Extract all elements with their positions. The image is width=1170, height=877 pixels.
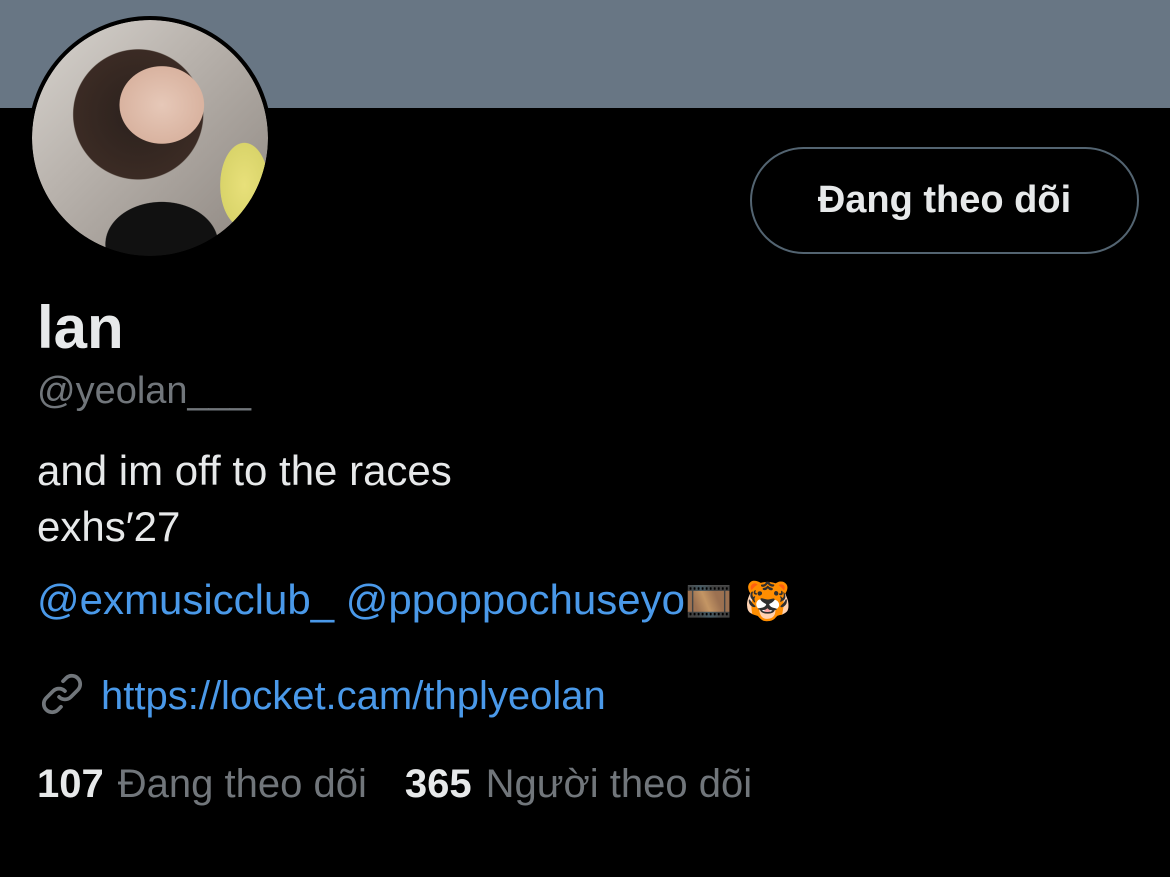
bio-mentions: @exmusicclub_ @ppoppochuseyo🎞️ 🐯 — [37, 572, 791, 629]
profile-bio: and im off to the races exhs′27 — [37, 443, 452, 555]
username-handle: @yeolan___ — [37, 370, 251, 412]
bio-line: exhs′27 — [37, 503, 181, 550]
following-stat[interactable]: 107 Đang theo dõi — [37, 757, 367, 811]
avatar[interactable] — [28, 16, 272, 260]
display-name: lan — [37, 294, 124, 361]
bio-line: and im off to the races — [37, 447, 452, 494]
link-icon — [37, 669, 101, 724]
following-count: 107 — [37, 762, 104, 806]
follow-stats: 107 Đang theo dõi 365 Người theo dõi — [37, 757, 752, 811]
tiger-face-emoji: 🐯 — [743, 579, 792, 623]
avatar-photo — [32, 20, 268, 256]
mention-link-ppoppochuseyo[interactable]: @ppoppochuseyo — [346, 576, 685, 623]
film-frames-emoji: 🎞️ — [684, 579, 733, 623]
followers-stat[interactable]: 365 Người theo dõi — [405, 757, 752, 811]
followers-label: Người theo dõi — [485, 762, 753, 806]
following-label: Đang theo dõi — [117, 762, 367, 806]
following-button[interactable]: Đang theo dõi — [750, 147, 1139, 254]
mention-link-exmusicclub[interactable]: @exmusicclub_ — [37, 576, 334, 623]
profile-website: https://locket.cam/thplyeolan — [37, 668, 606, 724]
website-link[interactable]: https://locket.cam/thplyeolan — [101, 674, 606, 719]
followers-count: 365 — [404, 762, 472, 806]
